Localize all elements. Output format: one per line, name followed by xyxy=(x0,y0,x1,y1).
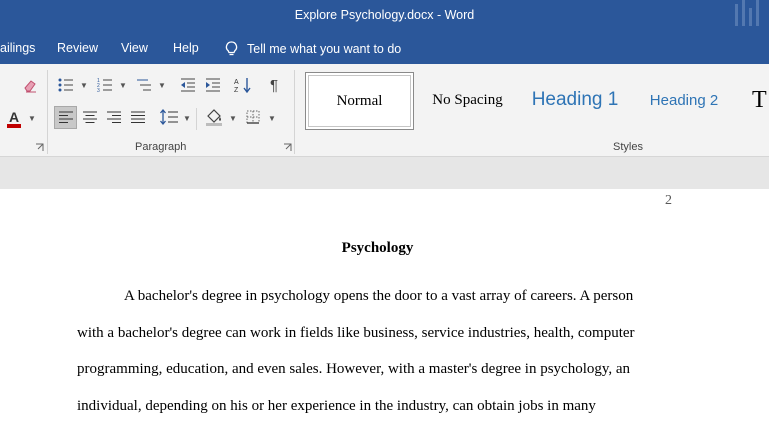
show-formatting-marks-button[interactable]: ¶ xyxy=(264,75,284,95)
font-color-button[interactable]: A xyxy=(2,108,26,130)
styles-group-label: Styles xyxy=(613,141,643,153)
style-title-partial[interactable]: T xyxy=(752,72,769,128)
tell-me-search[interactable]: Tell me what you want to do xyxy=(225,38,401,60)
style-normal[interactable]: Normal xyxy=(305,72,414,130)
borders-icon xyxy=(246,110,260,124)
bullets-button[interactable] xyxy=(56,75,76,95)
svg-text:A: A xyxy=(9,109,19,125)
numbering-dropdown-icon[interactable]: ▼ xyxy=(119,81,127,90)
style-no-spacing[interactable]: No Spacing xyxy=(420,72,515,128)
lightbulb-icon xyxy=(225,41,238,56)
decrease-indent-button[interactable] xyxy=(178,75,198,95)
paragraph-line: programming, education, and even sales. … xyxy=(77,361,631,377)
tab-mailings[interactable]: ailings xyxy=(0,41,35,55)
paragraph-group-label: Paragraph xyxy=(135,141,187,153)
paragraph-dialog-launcher-icon[interactable] xyxy=(283,143,292,152)
document-canvas-gap xyxy=(0,157,769,189)
line-spacing-icon xyxy=(160,109,178,125)
document-page[interactable]: 2 Psychology A bachelor's degree in psyc… xyxy=(0,189,769,425)
sort-icon: A Z xyxy=(234,78,251,93)
bullets-dropdown-icon[interactable]: ▼ xyxy=(80,81,88,90)
font-color-dropdown-icon[interactable]: ▼ xyxy=(28,114,36,123)
increase-indent-button[interactable] xyxy=(203,75,223,95)
decorative-pattern xyxy=(733,0,763,30)
font-color-icon: A xyxy=(7,109,21,128)
align-center-button[interactable] xyxy=(79,107,100,128)
line-spacing-dropdown-icon[interactable]: ▼ xyxy=(183,114,191,123)
tab-review[interactable]: Review xyxy=(57,41,98,55)
group-separator xyxy=(196,108,197,130)
numbering-icon: 1 2 3 xyxy=(97,78,112,92)
svg-text:Z: Z xyxy=(234,87,239,93)
multilevel-list-button[interactable] xyxy=(134,75,154,95)
justify-icon xyxy=(130,111,145,123)
group-separator xyxy=(47,70,48,154)
tab-help[interactable]: Help xyxy=(173,41,199,55)
paragraph-line: A bachelor's degree in psychology opens … xyxy=(124,288,634,304)
line-spacing-button[interactable] xyxy=(158,106,180,128)
numbering-button[interactable]: 1 2 3 xyxy=(95,75,115,95)
document-heading: Psychology xyxy=(341,240,414,256)
clear-formatting-button[interactable] xyxy=(20,76,40,96)
multilevel-list-icon xyxy=(137,79,151,91)
decrease-indent-icon xyxy=(181,78,195,92)
tell-me-placeholder: Tell me what you want to do xyxy=(247,42,402,56)
borders-dropdown-icon[interactable]: ▼ xyxy=(268,114,276,123)
eraser-icon xyxy=(24,80,36,93)
tab-view[interactable]: View xyxy=(121,41,148,55)
ribbon-tabs: ailings Review View Help Tell me what yo… xyxy=(0,33,769,64)
increase-indent-icon xyxy=(206,78,220,92)
shading-button[interactable] xyxy=(203,106,225,128)
window-title: Explore Psychology.docx - Word xyxy=(294,8,475,22)
align-right-button[interactable] xyxy=(103,107,124,128)
font-dialog-launcher-icon[interactable] xyxy=(35,143,44,152)
paragraph-line: with a bachelor's degree can work in fie… xyxy=(77,325,635,341)
shading-dropdown-icon[interactable]: ▼ xyxy=(229,114,237,123)
borders-button[interactable] xyxy=(242,106,264,128)
group-separator xyxy=(294,70,295,154)
paragraph-line: individual, depending on his or her expe… xyxy=(77,398,596,414)
sort-button[interactable]: A Z xyxy=(233,75,253,95)
align-right-icon xyxy=(106,111,121,123)
style-heading-1[interactable]: Heading 1 xyxy=(523,72,627,128)
style-heading-2[interactable]: Heading 2 xyxy=(637,72,731,128)
align-left-button[interactable] xyxy=(54,106,77,129)
multilevel-dropdown-icon[interactable]: ▼ xyxy=(158,81,166,90)
page-number: 2 xyxy=(665,193,672,208)
ribbon: A ▼ ▼ 1 2 3 ▼ ▼ A Z ¶ ▼ ▼ ▼ Paragraph No… xyxy=(0,64,769,157)
pilcrow-icon: ¶ xyxy=(269,76,279,94)
align-left-icon xyxy=(58,111,73,123)
justify-button[interactable] xyxy=(127,107,148,128)
svg-text:3: 3 xyxy=(97,88,100,92)
svg-text:A: A xyxy=(234,79,239,86)
title-bar: Explore Psychology.docx - Word xyxy=(0,0,769,33)
paint-bucket-icon xyxy=(206,109,222,126)
align-center-icon xyxy=(82,111,97,123)
bullets-icon xyxy=(58,78,73,92)
